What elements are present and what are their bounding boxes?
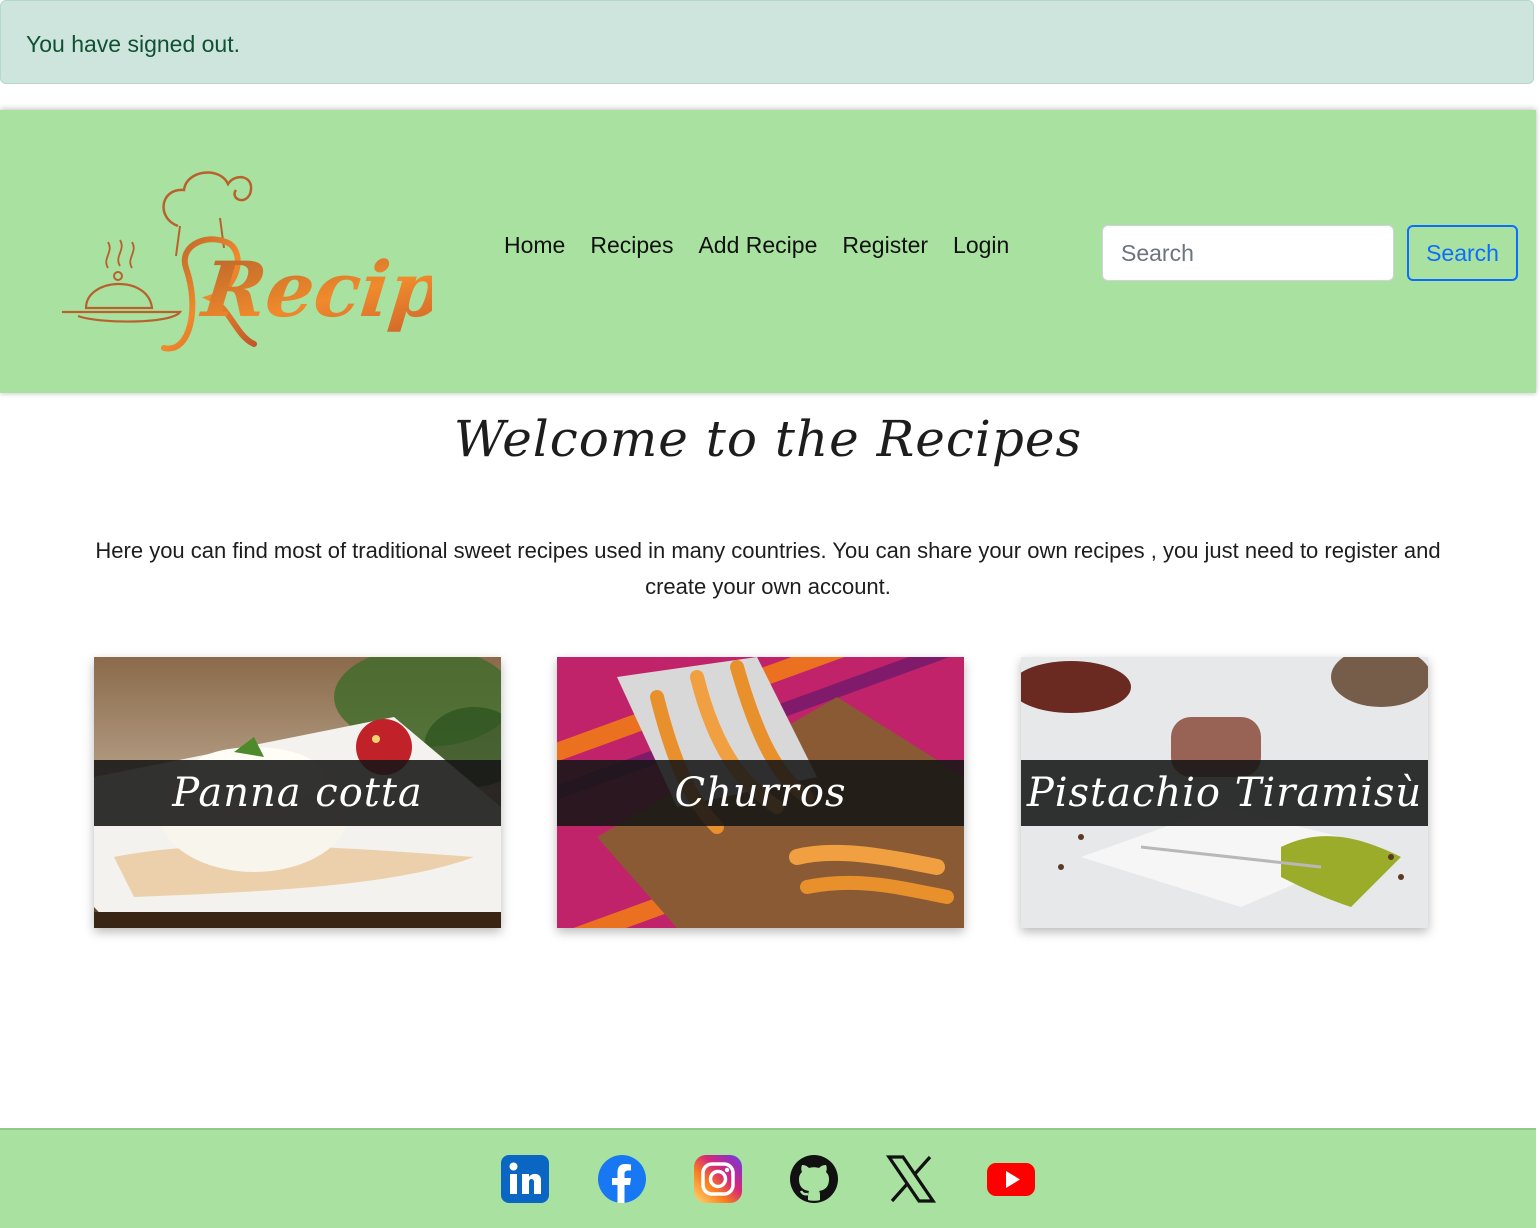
- navbar: Recipes Home Recipes Add Recipe Register…: [0, 110, 1536, 393]
- nav-add-recipe[interactable]: Add Recipe: [698, 232, 817, 259]
- nav-login[interactable]: Login: [953, 232, 1009, 259]
- card-title: Pistachio Tiramisù: [1026, 770, 1423, 816]
- facebook-icon[interactable]: [597, 1154, 647, 1204]
- nav-register[interactable]: Register: [842, 232, 928, 259]
- search-input[interactable]: [1102, 225, 1394, 281]
- card-title: Churros: [674, 770, 847, 816]
- github-icon[interactable]: [789, 1154, 839, 1204]
- alert-message: You have signed out.: [26, 31, 240, 57]
- x-icon[interactable]: [886, 1154, 936, 1204]
- linkedin-icon[interactable]: [500, 1154, 550, 1204]
- card-title: Panna cotta: [172, 770, 423, 816]
- youtube-icon[interactable]: [986, 1154, 1036, 1204]
- site-logo[interactable]: Recipes: [60, 148, 539, 358]
- card-caption: Pistachio Tiramisù: [1021, 760, 1428, 826]
- nav-home[interactable]: Home: [504, 232, 565, 259]
- recipe-card-pistachio-tiramisu[interactable]: Pistachio Tiramisù: [1021, 657, 1428, 928]
- card-caption: Churros: [557, 760, 964, 826]
- main-nav: Home Recipes Add Recipe Register Login: [504, 232, 1009, 259]
- search-button[interactable]: Search: [1407, 225, 1518, 281]
- page-title: Welcome to the Recipes: [453, 410, 1083, 468]
- nav-recipes[interactable]: Recipes: [590, 232, 673, 259]
- recipe-card-panna-cotta[interactable]: Panna cotta: [94, 657, 501, 928]
- recipe-card-churros[interactable]: Churros: [557, 657, 964, 928]
- footer: [0, 1128, 1536, 1228]
- instagram-icon[interactable]: [693, 1154, 743, 1204]
- logo-wordmark: Recipes: [196, 244, 432, 334]
- card-caption: Panna cotta: [94, 760, 501, 826]
- signout-alert: You have signed out.: [0, 0, 1534, 84]
- intro-text: Here you can find most of traditional sw…: [95, 538, 1441, 599]
